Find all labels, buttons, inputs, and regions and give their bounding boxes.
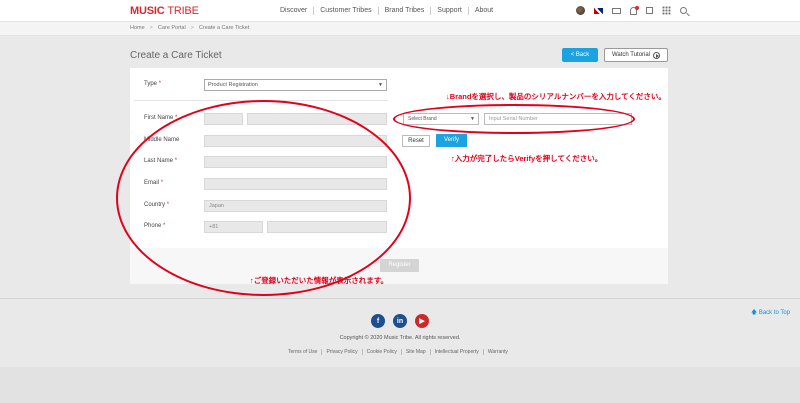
nav-about[interactable]: About [469,7,499,15]
facebook-icon[interactable]: f [371,314,385,328]
apps-grid-icon[interactable] [662,6,671,15]
verify-button[interactable]: Verify [436,134,467,147]
social-links: f in ▶ [371,314,429,328]
watch-tutorial-label: Watch Tutorial [611,52,651,58]
main-nav: Discover Customer Tribes Brand Tribes Su… [280,7,499,15]
breadcrumb: Home > Care Portal > Create a Care Ticke… [0,22,800,36]
type-label: Type * [144,81,162,87]
footer-link-warranty[interactable]: Warranty [484,349,512,355]
type-select[interactable]: Product Registration ▼ [204,79,387,91]
footer-link-ip[interactable]: Intellectual Property [431,349,484,355]
back-to-top-link[interactable]: 🡅 Back to Top [751,308,790,318]
page-title: Create a Care Ticket [130,50,222,61]
type-select-value: Product Registration [208,82,258,88]
avatar-icon[interactable] [576,6,585,15]
nav-customer-tribes[interactable]: Customer Tribes [314,7,379,15]
footer-link-privacy[interactable]: Privacy Policy [322,349,363,355]
watch-tutorial-button[interactable]: Watch Tutorial [604,48,668,62]
breadcrumb-home[interactable]: Home [130,25,145,31]
arrow-up-icon: 🡅 [751,310,758,316]
back-to-top-label: Back to Top [758,310,791,316]
box-icon[interactable] [646,7,653,14]
annotation-ellipse-product [393,104,635,134]
nav-brand-tribes[interactable]: Brand Tribes [379,7,432,15]
top-navbar: MUSIC TRIBE Discover Customer Tribes Bra… [0,0,800,22]
music-tribe-logo[interactable]: MUSIC TRIBE [130,5,199,17]
footer-divider [0,298,800,299]
linkedin-icon[interactable]: in [393,314,407,328]
flag-uk-icon[interactable] [594,7,603,14]
play-icon [653,51,661,59]
annotation-ellipse-user-info [116,100,411,296]
breadcrumb-current: Create a Care Ticket [198,25,250,31]
bottom-band [0,367,800,403]
youtube-icon[interactable]: ▶ [415,314,429,328]
header-icons [576,5,687,15]
breadcrumb-separator: > [149,25,153,31]
mail-icon[interactable] [612,7,621,14]
annotation-note-info: ↑ご登録いただいた情報が表示されます。 [250,276,388,285]
nav-discover[interactable]: Discover [280,7,315,15]
annotation-note-verify: ↑入力が完了したらVerifyを押してください。 [451,154,603,163]
back-button[interactable]: < Back [562,48,598,62]
breadcrumb-care-portal[interactable]: Care Portal [158,25,186,31]
footer-link-terms[interactable]: Terms of Use [288,349,323,355]
register-button[interactable]: Register [380,259,419,272]
breadcrumb-separator: > [190,25,194,31]
footer-link-cookie[interactable]: Cookie Policy [363,349,402,355]
search-icon[interactable] [680,7,687,14]
annotation-note-brand: ↓Brandを選択し、製品のシリアルナンバーを入力してください。 [446,92,666,101]
footer-links: Terms of Use Privacy Policy Cookie Polic… [288,349,512,355]
footer-link-sitemap[interactable]: Site Map [402,349,431,355]
reset-button[interactable]: Reset [402,135,430,147]
copyright-text: Copyright © 2020 Music Tribe. All rights… [339,335,461,341]
bell-icon[interactable] [630,5,639,15]
chevron-down-icon: ▼ [378,82,383,88]
nav-support[interactable]: Support [431,7,469,15]
